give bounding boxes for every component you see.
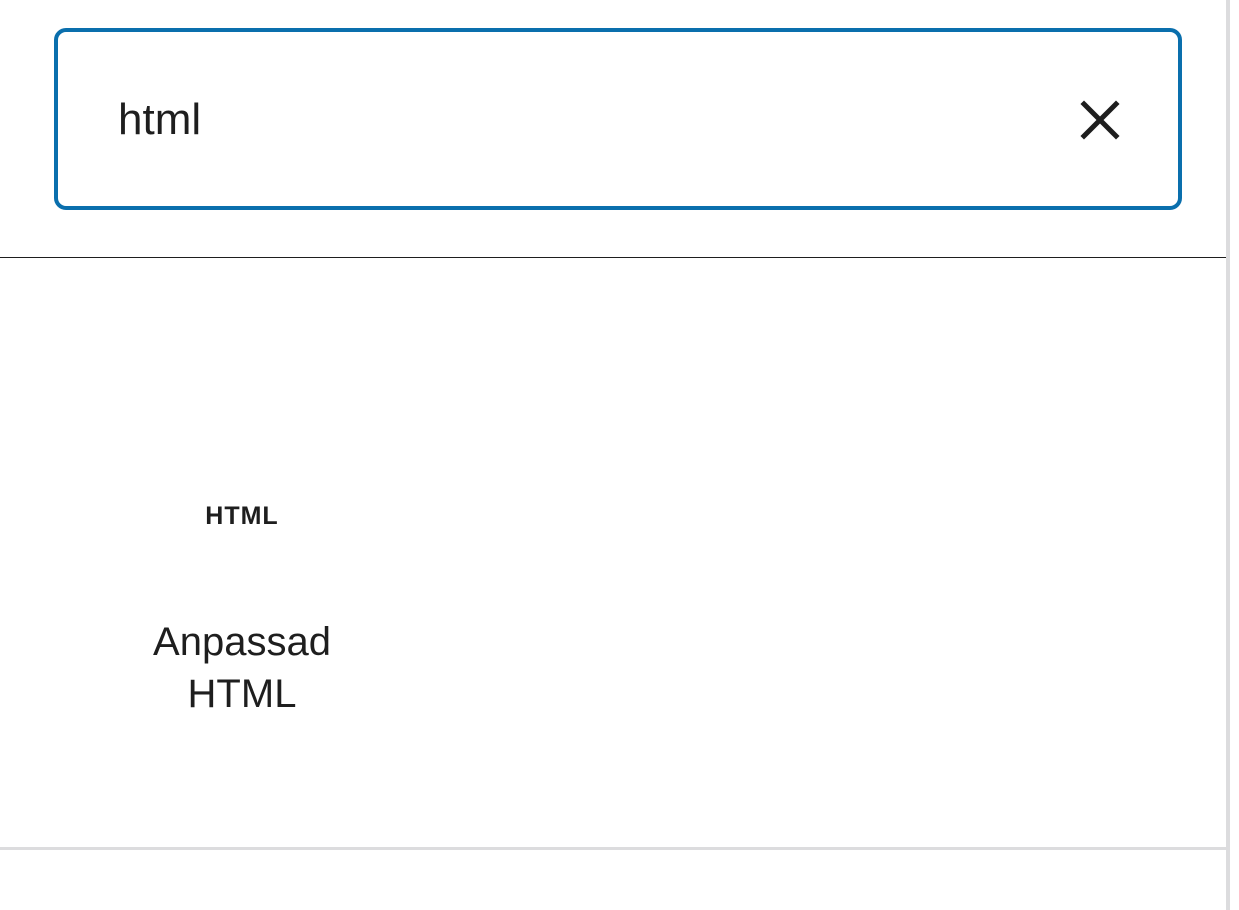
html-icon: HTML: [205, 502, 279, 530]
block-inserter-panel: HTML Anpassad HTML: [0, 0, 1226, 910]
clear-search-button[interactable]: [1070, 90, 1130, 150]
search-area: [0, 0, 1226, 257]
search-results: HTML Anpassad HTML: [0, 258, 1226, 847]
block-item-custom-html[interactable]: HTML Anpassad HTML: [120, 478, 364, 718]
close-icon: [1080, 100, 1120, 140]
search-box[interactable]: [54, 28, 1182, 210]
results-divider: [0, 847, 1226, 850]
block-item-label: Anpassad HTML: [153, 620, 331, 716]
search-input[interactable]: [118, 82, 1018, 158]
panel-right-border: [1226, 0, 1230, 910]
